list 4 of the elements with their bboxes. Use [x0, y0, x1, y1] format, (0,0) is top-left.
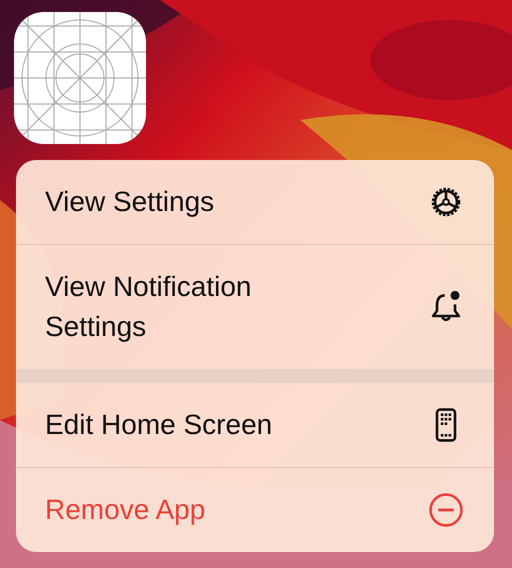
menu-item[interactable]: Edit Home Screen: [16, 383, 494, 467]
app-icon[interactable]: [14, 12, 146, 144]
minus-circle-icon: [428, 492, 464, 528]
menu-item[interactable]: View Settings: [16, 160, 494, 244]
